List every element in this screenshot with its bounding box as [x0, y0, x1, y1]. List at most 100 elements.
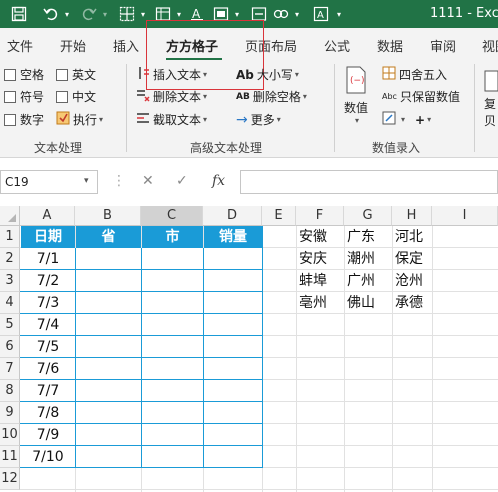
- column-header-a[interactable]: A: [20, 206, 75, 226]
- column-header-d[interactable]: D: [203, 206, 262, 226]
- table-cell[interactable]: 7/4: [21, 314, 75, 336]
- checkbox-icon[interactable]: [4, 113, 16, 126]
- cancel-icon[interactable]: ✕: [142, 173, 154, 189]
- insert-text-button[interactable]: 插入文本 ▾: [136, 66, 207, 83]
- case-button[interactable]: Ab 大小写 ▾: [236, 66, 299, 83]
- table-cell[interactable]: 广东: [344, 226, 392, 248]
- tab-file[interactable]: 文件: [7, 36, 33, 55]
- link-icon[interactable]: [270, 3, 292, 25]
- cut-text-button[interactable]: 截取文本 ▾: [136, 111, 207, 128]
- column-header-e[interactable]: E: [262, 206, 296, 226]
- column-header-b[interactable]: B: [75, 206, 141, 226]
- table-cell[interactable]: 安徽: [296, 226, 344, 248]
- table-header-city[interactable]: 市: [142, 226, 203, 248]
- table-cell[interactable]: 亳州: [296, 292, 344, 314]
- table-cell[interactable]: 7/8: [21, 402, 75, 424]
- checkbox-chinese[interactable]: 中文: [56, 88, 96, 105]
- table-cell[interactable]: 7/1: [21, 248, 75, 270]
- quick-access-dropdown-icon[interactable]: ▾: [334, 3, 344, 25]
- delete-space-button[interactable]: AB 删除空格 ▾: [236, 88, 307, 105]
- more-button[interactable]: → 更多 ▾: [236, 111, 281, 128]
- row-header[interactable]: 9: [0, 402, 20, 424]
- table-cell[interactable]: 佛山: [344, 292, 392, 314]
- table-cell[interactable]: 7/3: [21, 292, 75, 314]
- table-cell[interactable]: 7/5: [21, 336, 75, 358]
- delete-text-button[interactable]: 删除文本 ▾: [136, 88, 207, 105]
- plus-icon[interactable]: +: [415, 113, 425, 127]
- round-button[interactable]: 四舍五入: [382, 66, 447, 83]
- tab-view[interactable]: 视图: [482, 36, 498, 55]
- redo-dropdown-icon[interactable]: ▾: [100, 3, 110, 25]
- execute-button[interactable]: 执行 ▾: [56, 111, 103, 128]
- abc-icon: Abc: [382, 92, 397, 101]
- column-header-c[interactable]: C: [141, 206, 203, 226]
- table-cell[interactable]: 广州: [344, 270, 392, 292]
- table-cell[interactable]: 保定: [392, 248, 432, 270]
- border-grid-icon[interactable]: [116, 3, 138, 25]
- tab-data[interactable]: 数据: [377, 36, 403, 55]
- row-header[interactable]: 12: [0, 468, 20, 490]
- svg-text:(−): (−): [350, 76, 365, 86]
- checkbox-icon[interactable]: [4, 68, 16, 81]
- checkbox-number[interactable]: 数字: [4, 111, 44, 128]
- table-cell[interactable]: 承德: [392, 292, 432, 314]
- column-header-g[interactable]: G: [344, 206, 392, 226]
- table-cell[interactable]: 沧州: [392, 270, 432, 292]
- column-header-i[interactable]: I: [432, 206, 498, 226]
- table-cell[interactable]: 安庆: [296, 248, 344, 270]
- undo-icon[interactable]: [40, 3, 62, 25]
- row-header[interactable]: 2: [0, 248, 20, 270]
- table-cell[interactable]: 7/6: [21, 358, 75, 380]
- edit-icon: [382, 111, 396, 128]
- table-header-sales[interactable]: 销量: [204, 226, 262, 248]
- undo-dropdown-icon[interactable]: ▾: [62, 3, 72, 25]
- table-cell[interactable]: 河北: [392, 226, 432, 248]
- formula-input[interactable]: [240, 170, 498, 194]
- chevron-down-icon: ▾: [276, 115, 281, 124]
- row-header[interactable]: 4: [0, 292, 20, 314]
- checkbox-space[interactable]: 空格: [4, 66, 44, 83]
- save-icon[interactable]: [8, 3, 30, 25]
- row-header[interactable]: 1: [0, 226, 20, 248]
- table-cell[interactable]: 7/2: [21, 270, 75, 292]
- row-header[interactable]: 6: [0, 336, 20, 358]
- row-header[interactable]: 7: [0, 358, 20, 380]
- row-header[interactable]: 8: [0, 380, 20, 402]
- table-header-province[interactable]: 省: [76, 226, 141, 248]
- function-icon[interactable]: fx: [212, 173, 225, 189]
- tab-formulas[interactable]: 公式: [324, 36, 350, 55]
- table-border: [262, 226, 263, 468]
- checkbox-icon[interactable]: [56, 68, 68, 81]
- chevron-down-icon[interactable]: ▾: [84, 176, 89, 186]
- table-cell[interactable]: 7/7: [21, 380, 75, 402]
- table-header-date[interactable]: 日期: [21, 226, 75, 248]
- gridline: [432, 226, 433, 492]
- link-dropdown-icon[interactable]: ▾: [292, 3, 302, 25]
- redo-icon[interactable]: [78, 3, 100, 25]
- copy-paste-button[interactable]: 复 贝: [484, 70, 498, 129]
- checkbox-icon[interactable]: [56, 90, 68, 103]
- confirm-icon[interactable]: ✓: [176, 173, 188, 189]
- column-header-h[interactable]: H: [392, 206, 432, 226]
- table-cell[interactable]: 7/10: [21, 446, 75, 468]
- keep-value-button[interactable]: Abc 只保留数值: [382, 88, 460, 105]
- row-header[interactable]: 11: [0, 446, 20, 468]
- edit-value-button[interactable]: ▾ + ▾: [382, 111, 431, 128]
- tab-review[interactable]: 审阅: [430, 36, 456, 55]
- row-header[interactable]: 5: [0, 314, 20, 336]
- table-cell[interactable]: 7/9: [21, 424, 75, 446]
- column-header-f[interactable]: F: [296, 206, 344, 226]
- table-cell[interactable]: 蚌埠: [296, 270, 344, 292]
- numeric-button[interactable]: (−) 数值 ▾: [344, 66, 368, 125]
- table-cell[interactable]: 潮州: [344, 248, 392, 270]
- tab-home[interactable]: 开始: [60, 36, 86, 55]
- checkbox-english[interactable]: 英文: [56, 66, 96, 83]
- round-icon: [382, 66, 396, 83]
- tab-insert[interactable]: 插入: [113, 36, 139, 55]
- row-header[interactable]: 10: [0, 424, 20, 446]
- checkbox-symbol[interactable]: 符号: [4, 88, 44, 105]
- group-separator: [126, 64, 127, 152]
- text-format-icon[interactable]: A: [310, 3, 332, 25]
- row-header[interactable]: 3: [0, 270, 20, 292]
- checkbox-icon[interactable]: [4, 90, 16, 103]
